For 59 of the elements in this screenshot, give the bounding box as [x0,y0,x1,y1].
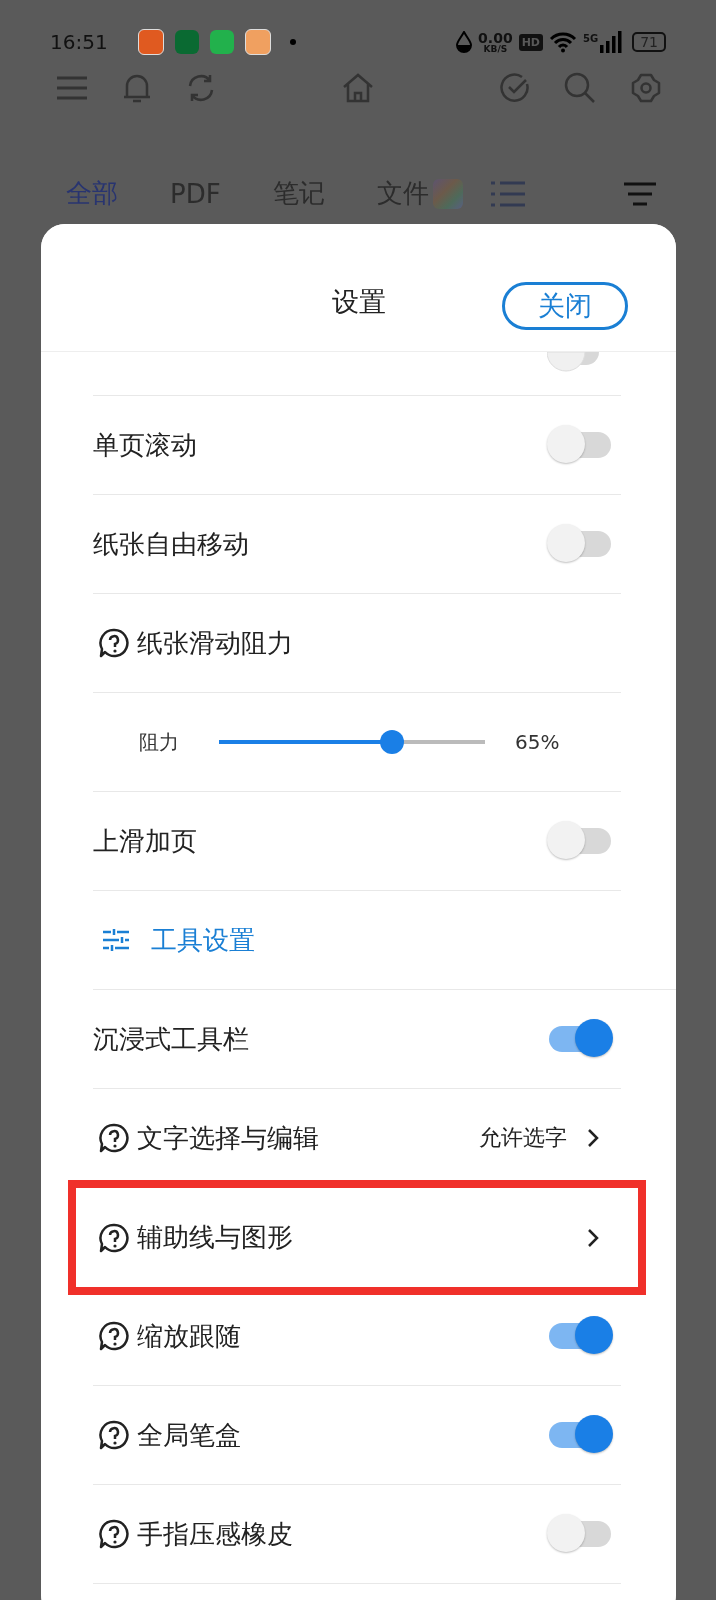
toggle-switch[interactable] [547,1415,613,1455]
help-icon[interactable] [99,1519,129,1549]
toggle-switch[interactable] [547,1316,613,1356]
menu-icon[interactable] [56,76,88,100]
slider-label: 阻力 [139,728,180,756]
home-icon[interactable] [342,72,374,104]
wifi-icon [549,31,577,53]
help-icon[interactable] [99,1321,129,1351]
highlighted-setting-row[interactable]: 辅助线与图形 [76,1188,638,1287]
toggle-switch[interactable] [547,1019,613,1059]
app-icon [174,30,199,54]
speed-value: 0.00 [478,30,513,45]
settings-icon[interactable] [630,72,662,104]
search-icon[interactable] [564,72,596,104]
app-icon [137,29,164,55]
hd-badge: HD [518,33,543,51]
clock: 16:51 [50,30,108,54]
drop-icon [456,31,473,53]
resistance-slider[interactable] [219,730,485,754]
setting-label: 沉浸式工具栏 [93,1022,249,1056]
battery-indicator: 71 [632,32,666,52]
setting-label: 手指压感橡皮 [137,1517,293,1551]
chevron-right-icon [587,1128,599,1148]
notification-dot [289,39,296,45]
help-icon[interactable] [99,1222,129,1253]
bell-icon[interactable] [122,72,152,104]
setting-label: 文字选择与编辑 [137,1121,319,1155]
setting-label: 全局笔盒 [137,1418,241,1452]
close-button[interactable]: 关闭 [502,282,628,330]
setting-label: 辅助线与图形 [137,1221,293,1254]
chevron-right-icon [587,1227,599,1248]
help-icon[interactable] [99,1420,129,1450]
setting-label: 上滑加页 [93,824,197,858]
signal-icon [600,31,623,53]
setting-label: 纸张自由移动 [93,527,249,561]
sliders-icon [103,929,129,951]
slider-value: 65% [515,730,560,754]
speed-unit: KB/S [483,44,508,54]
app-icon [244,29,271,55]
sync-icon[interactable] [186,73,216,103]
setting-label: 纸张滑动阻力 [137,626,293,660]
color-square-icon [432,178,463,209]
network-type: 5G [583,32,599,44]
list-view-icon[interactable] [490,180,525,207]
toggle-switch[interactable] [547,425,613,465]
setting-label: 单页滚动 [93,428,197,462]
help-icon[interactable] [99,628,129,658]
toggle-switch[interactable] [547,821,613,861]
toggle-switch[interactable] [547,1514,613,1554]
section-heading: 工具设置 [151,923,255,957]
toggle-switch[interactable] [547,524,613,564]
setting-label: 缩放跟随 [137,1319,241,1353]
setting-row[interactable]: 文字选择与编辑 允许选字 [93,1089,621,1188]
setting-value: 允许选字 [479,1124,567,1152]
check-circle-icon[interactable] [500,73,530,103]
sheet-title: 设置 [331,284,386,319]
help-icon[interactable] [99,1123,129,1153]
app-icon [209,30,234,54]
filter-icon[interactable] [624,181,656,206]
